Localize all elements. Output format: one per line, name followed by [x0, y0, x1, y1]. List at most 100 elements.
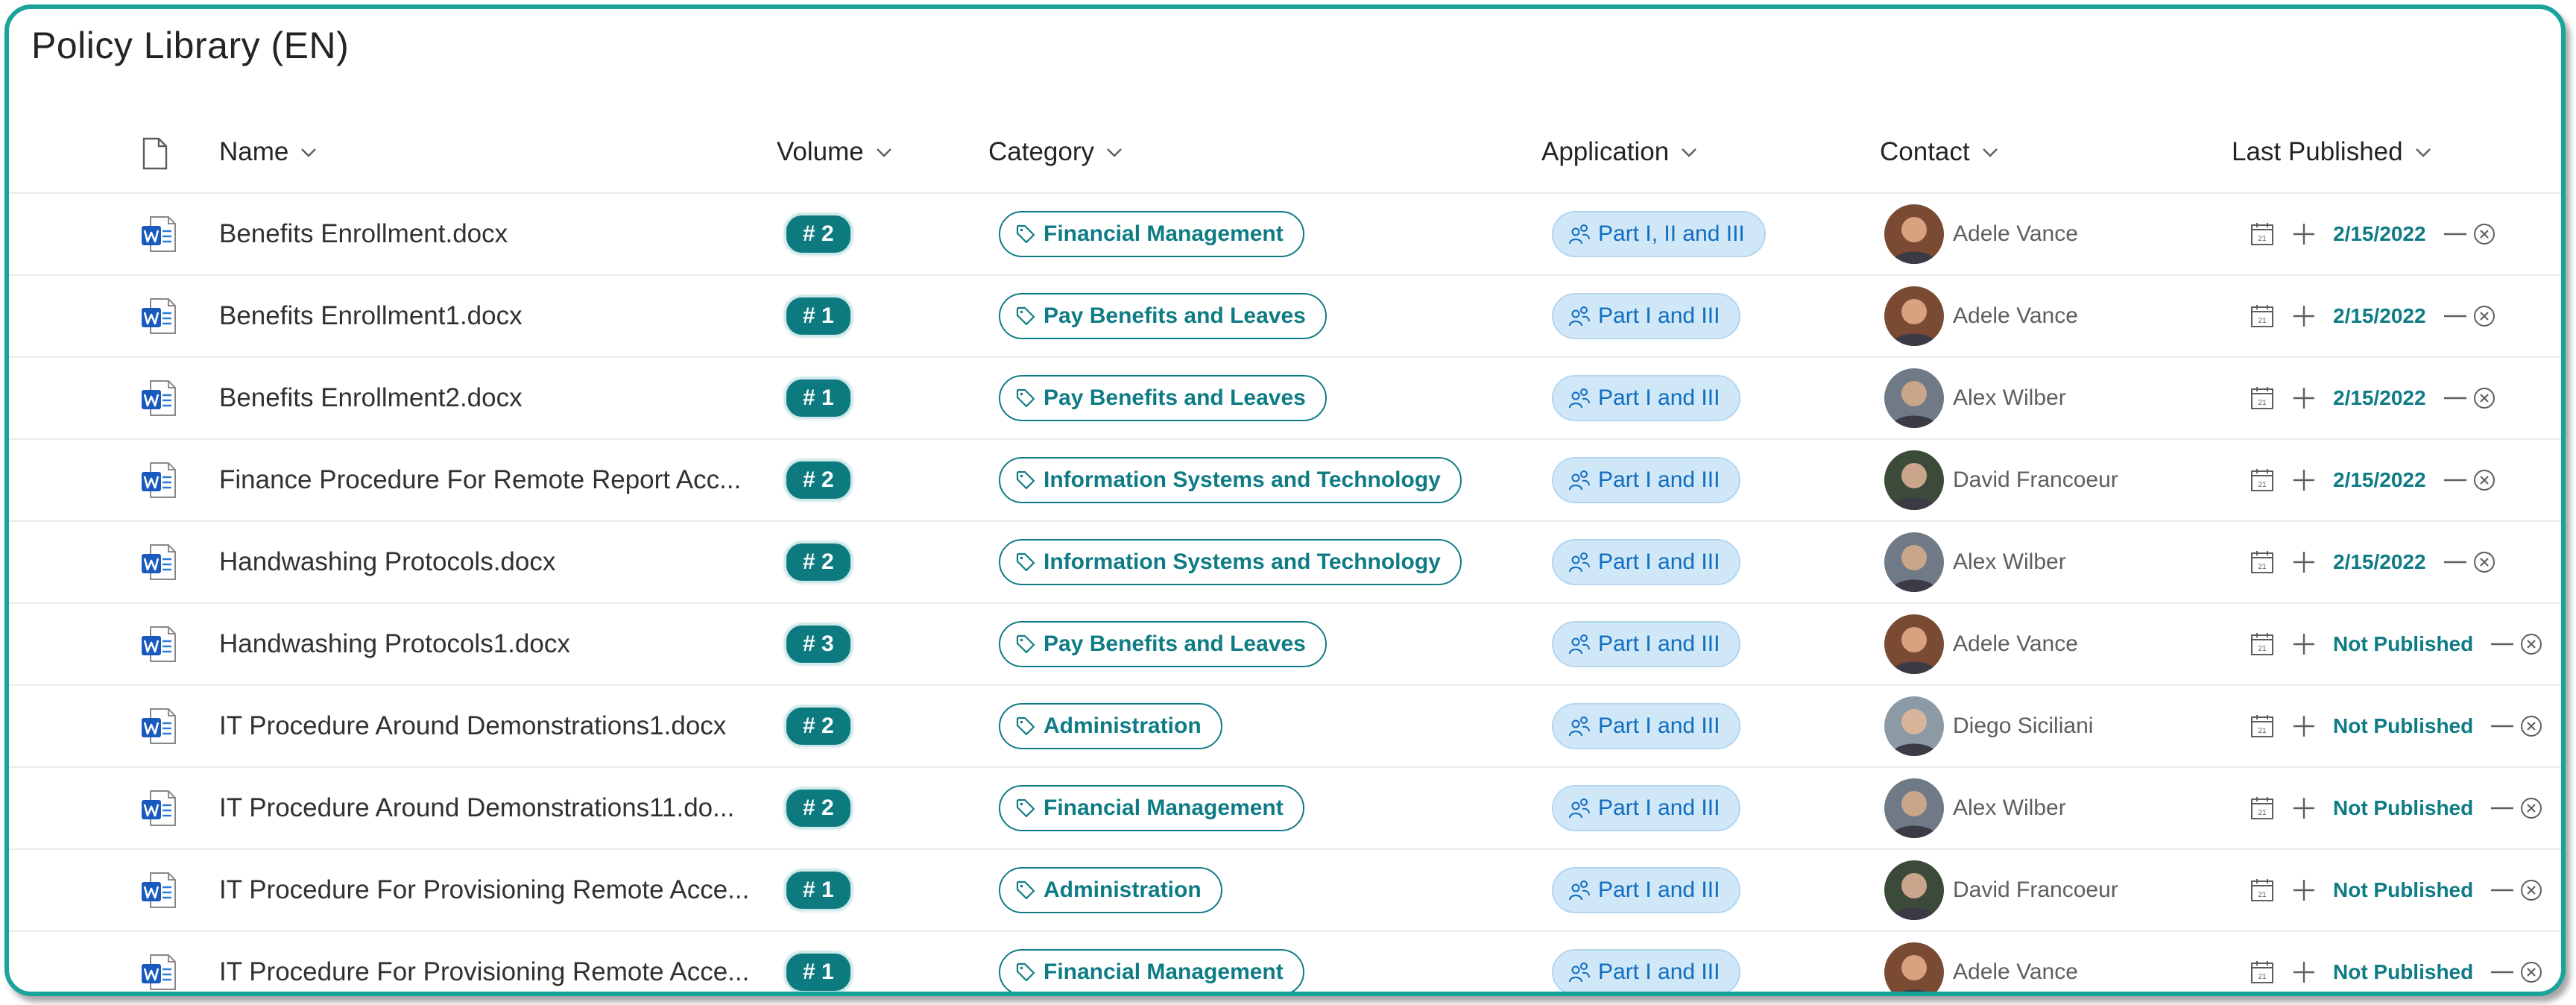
file-name-link[interactable]: Benefits Enrollment1.docx	[219, 301, 523, 331]
contact-cell[interactable]: David Francoeur	[1884, 440, 2118, 520]
published-date[interactable]: 2/15/2022	[2333, 304, 2426, 328]
clear-circle-icon[interactable]	[2519, 960, 2543, 984]
application-pill[interactable]: Part I and III	[1552, 375, 1741, 421]
clear-circle-icon[interactable]	[2472, 222, 2496, 246]
contact-cell[interactable]: Adele Vance	[1884, 932, 2078, 992]
application-pill[interactable]: Part I and III	[1552, 539, 1741, 585]
column-header-volume[interactable]: Volume	[777, 137, 894, 167]
calendar-icon[interactable]: 21	[2250, 549, 2275, 575]
clear-circle-icon[interactable]	[2519, 632, 2543, 656]
published-date[interactable]: Not Published	[2333, 960, 2473, 984]
calendar-icon[interactable]: 21	[2250, 467, 2275, 493]
published-date[interactable]: Not Published	[2333, 878, 2473, 902]
column-header-category[interactable]: Category	[988, 137, 1124, 167]
file-name-link[interactable]: Finance Procedure For Remote Report Acc.…	[219, 465, 741, 495]
published-date[interactable]: 2/15/2022	[2333, 222, 2426, 246]
category-pill[interactable]: Financial Management	[999, 785, 1304, 831]
plus-icon[interactable]	[2291, 878, 2317, 903]
published-date[interactable]: 2/15/2022	[2333, 386, 2426, 410]
category-pill[interactable]: Financial Management	[999, 211, 1304, 257]
category-pill[interactable]: Information Systems and Technology	[999, 457, 1462, 503]
category-pill[interactable]: Administration	[999, 867, 1222, 913]
file-type-column-header[interactable]	[142, 137, 168, 170]
application-pill[interactable]: Part I and III	[1552, 621, 1741, 667]
category-pill[interactable]: Pay Benefits and Leaves	[999, 293, 1327, 339]
calendar-icon[interactable]: 21	[2250, 796, 2275, 821]
column-header-contact[interactable]: Contact	[1880, 137, 2000, 167]
table-row[interactable]: IT Procedure Around Demonstrations11.do.…	[9, 766, 2561, 848]
file-name-link[interactable]: Benefits Enrollment.docx	[219, 219, 508, 249]
table-row[interactable]: IT Procedure For Provisioning Remote Acc…	[9, 930, 2561, 992]
published-date[interactable]: Not Published	[2333, 796, 2473, 820]
application-pill[interactable]: Part I, II and III	[1552, 211, 1766, 257]
plus-icon[interactable]	[2291, 960, 2317, 985]
table-row[interactable]: Benefits Enrollment2.docx # 1 Pay Benefi…	[9, 356, 2561, 438]
table-row[interactable]: IT Procedure For Provisioning Remote Acc…	[9, 848, 2561, 930]
clear-circle-icon[interactable]	[2472, 468, 2496, 492]
file-name-link[interactable]: IT Procedure For Provisioning Remote Acc…	[219, 957, 749, 987]
published-date[interactable]: Not Published	[2333, 714, 2473, 738]
category-pill[interactable]: Pay Benefits and Leaves	[999, 621, 1327, 667]
application-pill[interactable]: Part I and III	[1552, 457, 1741, 503]
contact-cell[interactable]: Alex Wilber	[1884, 768, 2066, 848]
contact-cell[interactable]: Alex Wilber	[1884, 358, 2066, 438]
application-pill[interactable]: Part I and III	[1552, 293, 1741, 339]
dash-icon	[2491, 971, 2514, 974]
published-date[interactable]: Not Published	[2333, 632, 2473, 656]
clear-circle-icon[interactable]	[2519, 878, 2543, 902]
column-header-name[interactable]: Name	[219, 137, 318, 167]
application-pill[interactable]: Part I and III	[1552, 867, 1741, 913]
last-published-cell: 21 2/15/2022	[2250, 276, 2496, 356]
column-header-last-published[interactable]: Last Published	[2232, 137, 2433, 167]
table-row[interactable]: Finance Procedure For Remote Report Acc.…	[9, 438, 2561, 520]
clear-circle-icon[interactable]	[2472, 304, 2496, 328]
contact-cell[interactable]: David Francoeur	[1884, 850, 2118, 930]
clear-circle-icon[interactable]	[2519, 714, 2543, 738]
application-pill[interactable]: Part I and III	[1552, 949, 1741, 992]
calendar-icon[interactable]: 21	[2250, 385, 2275, 411]
contact-cell[interactable]: Adele Vance	[1884, 194, 2078, 274]
calendar-icon[interactable]: 21	[2250, 303, 2275, 329]
plus-icon[interactable]	[2291, 713, 2317, 739]
calendar-icon[interactable]: 21	[2250, 631, 2275, 657]
category-pill[interactable]: Financial Management	[999, 949, 1304, 992]
contact-cell[interactable]: Alex Wilber	[1884, 522, 2066, 602]
published-date[interactable]: 2/15/2022	[2333, 550, 2426, 574]
clear-circle-icon[interactable]	[2472, 386, 2496, 410]
plus-icon[interactable]	[2291, 631, 2317, 657]
file-name-link[interactable]: IT Procedure Around Demonstrations1.docx	[219, 711, 726, 741]
clear-circle-icon[interactable]	[2472, 550, 2496, 574]
application-pill[interactable]: Part I and III	[1552, 785, 1741, 831]
plus-icon[interactable]	[2291, 303, 2317, 329]
published-date[interactable]: 2/15/2022	[2333, 468, 2426, 492]
table-row[interactable]: Benefits Enrollment1.docx # 1 Pay Benefi…	[9, 274, 2561, 356]
contact-cell[interactable]: Adele Vance	[1884, 276, 2078, 356]
file-name-link[interactable]: Handwashing Protocols.docx	[219, 547, 555, 577]
last-published-cell: 21 Not Published	[2250, 604, 2543, 684]
calendar-icon[interactable]: 21	[2250, 960, 2275, 985]
table-row[interactable]: IT Procedure Around Demonstrations1.docx…	[9, 684, 2561, 766]
calendar-icon[interactable]: 21	[2250, 878, 2275, 903]
category-pill[interactable]: Pay Benefits and Leaves	[999, 375, 1327, 421]
column-header-application[interactable]: Application	[1541, 137, 1699, 167]
file-name-link[interactable]: Benefits Enrollment2.docx	[219, 383, 523, 413]
contact-cell[interactable]: Diego Siciliani	[1884, 686, 2093, 766]
plus-icon[interactable]	[2291, 385, 2317, 411]
category-pill[interactable]: Administration	[999, 703, 1222, 749]
table-row[interactable]: Handwashing Protocols1.docx # 3 Pay Bene…	[9, 602, 2561, 684]
calendar-icon[interactable]: 21	[2250, 713, 2275, 739]
application-pill[interactable]: Part I and III	[1552, 703, 1741, 749]
contact-cell[interactable]: Adele Vance	[1884, 604, 2078, 684]
file-name-link[interactable]: IT Procedure For Provisioning Remote Acc…	[219, 875, 749, 905]
plus-icon[interactable]	[2291, 796, 2317, 821]
clear-circle-icon[interactable]	[2519, 796, 2543, 820]
file-name-link[interactable]: IT Procedure Around Demonstrations11.do.…	[219, 793, 734, 823]
plus-icon[interactable]	[2291, 549, 2317, 575]
table-row[interactable]: Handwashing Protocols.docx # 2 Informati…	[9, 520, 2561, 602]
file-name-link[interactable]: Handwashing Protocols1.docx	[219, 629, 570, 659]
category-pill[interactable]: Information Systems and Technology	[999, 539, 1462, 585]
calendar-icon[interactable]: 21	[2250, 221, 2275, 247]
plus-icon[interactable]	[2291, 467, 2317, 493]
table-row[interactable]: Benefits Enrollment.docx # 2 Financial M…	[9, 192, 2561, 274]
plus-icon[interactable]	[2291, 221, 2317, 247]
